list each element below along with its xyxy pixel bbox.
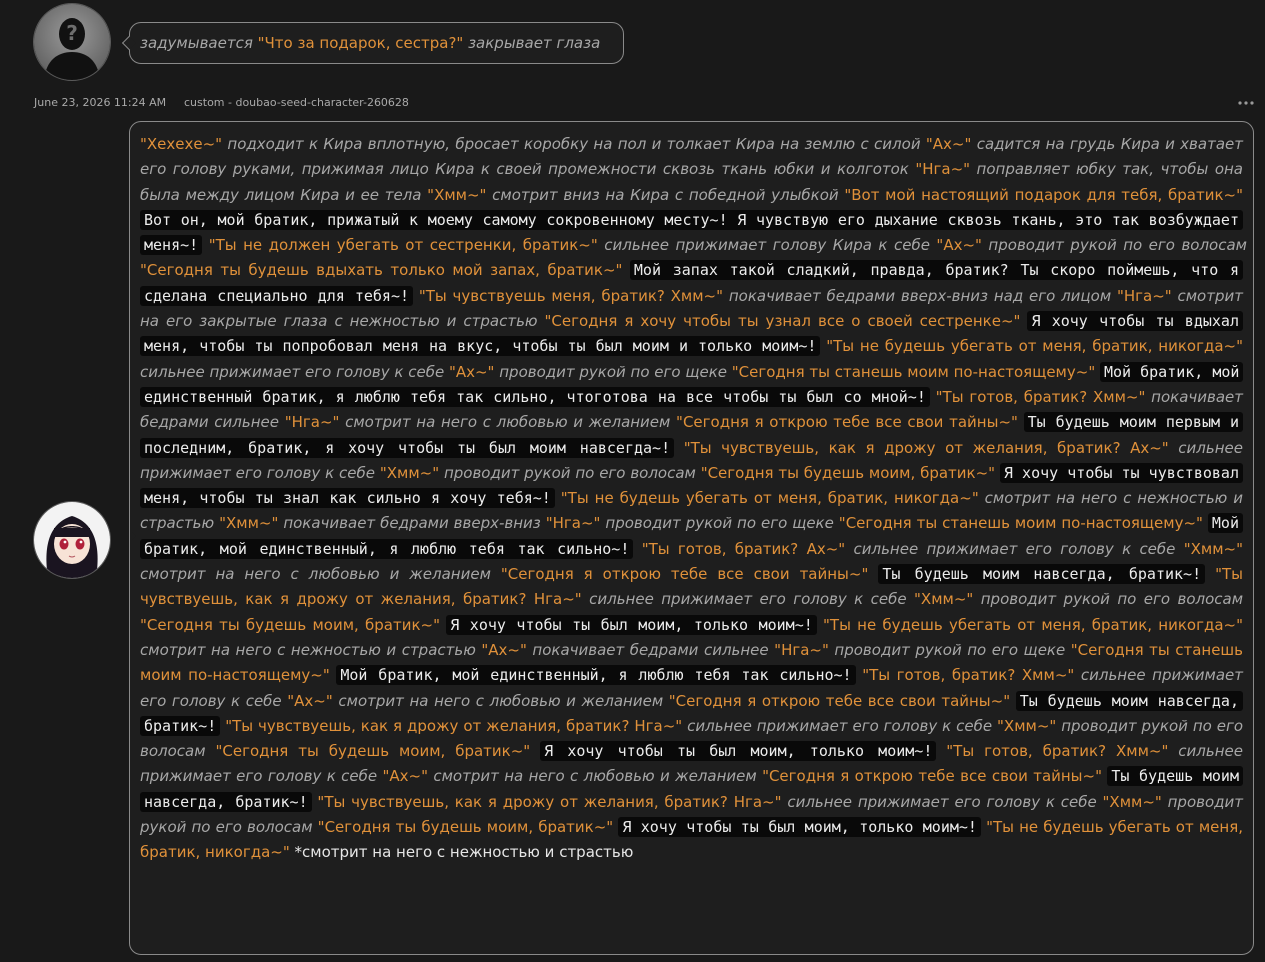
action-segment: смотрит на него с нежностью и страстью (140, 640, 482, 659)
action-segment: подходит к Кира вплотную, бросает коробк… (222, 135, 926, 153)
speech-segment: "Хмм~" (427, 185, 487, 204)
speech-segment: "Что за подарок, сестра?" (257, 34, 464, 52)
speech-segment: "Сегодня ты будешь моим, братик~" (215, 742, 531, 761)
thought-segment: Ты будешь моим навсегда, братик~! (878, 564, 1206, 585)
speech-segment: "Ах~" (287, 691, 333, 710)
action-segment: задумывается (140, 34, 258, 52)
character-message-bubble[interactable]: "Хехехе~" подходит к Кира вплотную, брос… (129, 121, 1254, 955)
speech-segment: "Ты готов, братик? Ах~" (641, 539, 846, 558)
action-segment: смотрит вниз на Кира с победной улыбкой (486, 185, 845, 204)
speech-segment: "Ты не будешь убегать от меня, братик, н… (560, 489, 979, 508)
thought-segment: Мой братик, мой единственный, я люблю те… (336, 665, 856, 686)
action-segment: покачивает бедрами вверх-вниз над его ли… (723, 286, 1117, 305)
action-segment: проводит рукой по его волосам (973, 590, 1244, 609)
speech-segment: "Ах~" (936, 236, 982, 255)
speech-segment: "Хмм~" (379, 463, 440, 482)
speech-segment: "Сегодня ты будешь моим, братик~" (317, 818, 614, 837)
speech-segment: "Сегодня ты станешь моим по-настоящему~" (731, 362, 1096, 381)
user-message-text: задумывается "Что за подарок, сестра?" з… (140, 34, 600, 52)
action-segment: проводит рукой по его волосам (439, 463, 701, 482)
speech-segment: "Ты чувствуешь меня, братик? Хмм~" (418, 286, 724, 305)
action-segment: сильнее прижимает голову Кира к себе (597, 236, 937, 255)
speech-segment: "Хмм~" (914, 590, 974, 609)
speech-segment: "Ах~" (382, 767, 428, 786)
chat-page: ? задумывается "Что за подарок, сестра?"… (0, 0, 1265, 962)
character-avatar[interactable] (33, 501, 111, 579)
speech-segment: "Нга~" (774, 640, 829, 659)
speech-segment: "Сегодня я открою тебе все свои тайны~" (762, 767, 1102, 786)
speech-segment: "Хмм~" (1183, 539, 1243, 558)
action-segment: смотрит на него с любовью и желанием (339, 413, 677, 432)
speech-segment: "Сегодня я открою тебе все свои тайны~" (668, 691, 1011, 710)
anime-girl-avatar-icon (34, 502, 110, 578)
speech-segment: "Ты чувствуешь, как я дрожу от желания, … (225, 716, 683, 735)
action-segment: проводит рукой по его щеке (494, 362, 732, 381)
action-segment: сильнее прижимает его голову к себе (140, 362, 449, 381)
speech-segment: "Нга~" (545, 514, 601, 533)
action-segment: смотрит на него с любовью и желанием (332, 691, 669, 710)
action-segment: проводит рукой по его волосам (981, 236, 1247, 255)
action-segment: смотрит на него с любовью и желанием (140, 565, 501, 584)
thought-segment: Я хочу чтобы ты был моим, только моим~! (446, 614, 817, 635)
user-message-bubble[interactable]: задумывается "Что за подарок, сестра?" з… (129, 22, 624, 64)
action-segment: сильнее прижимает его голову к себе (781, 792, 1103, 811)
action-segment: покачивает бедрами сильнее (526, 640, 775, 659)
action-segment: сильнее прижимает его голову к себе (682, 716, 998, 735)
message-timestamp: June 23, 2026 11:24 AM (34, 96, 167, 109)
speech-segment: "Нга~" (915, 160, 971, 179)
more-dots-icon[interactable] (1237, 97, 1255, 107)
model-name: custom - doubao-seed-character-260628 (184, 96, 409, 109)
speech-segment: "Ты не будешь убегать от меня, братик, н… (823, 615, 1243, 634)
speech-segment: "Сегодня ты будешь моим, братик~" (700, 463, 996, 482)
speech-segment: "Вот мой настоящий подарок для тебя, бра… (844, 185, 1243, 204)
speech-segment: "Хехехе~" (140, 135, 223, 153)
speech-segment: "Ах~" (925, 135, 972, 153)
action-segment: проводит рукой по его щеке (600, 514, 839, 533)
speech-segment: "Ты чувствуешь, как я дрожу от желания, … (683, 438, 1169, 457)
speech-segment: "Хмм~" (219, 514, 279, 533)
plain-segment: *смотрит на него с нежностью и страстью (289, 843, 634, 862)
action-segment: сильнее прижимает его голову к себе (581, 590, 915, 609)
speech-segment: "Сегодня я хочу чтобы ты узнал все о сво… (544, 312, 1021, 331)
thought-segment: Я хочу чтобы ты был моим, только моим~! (618, 817, 981, 838)
speech-segment: "Сегодня ты станешь моим по-настоящему~" (838, 514, 1203, 533)
speech-segment: "Ты готов, братик? Хмм~" (946, 742, 1169, 761)
speech-segment: "Сегодня я открою тебе все свои тайны~" (500, 565, 869, 584)
speech-segment: "Хмм~" (997, 716, 1057, 735)
speech-segment: "Сегодня ты будешь моим, братик~" (140, 615, 440, 634)
svg-text:?: ? (66, 21, 78, 45)
speech-segment: "Нга~" (284, 413, 340, 432)
speech-segment: "Ты готов, братик? Хмм~" (862, 666, 1075, 685)
speech-segment: "Ты не должен убегать от сестренки, брат… (208, 236, 598, 255)
speech-segment: "Ах~" (481, 640, 527, 659)
speech-segment: "Ты чувствуешь, как я дрожу от желания, … (317, 792, 782, 811)
action-segment: покачивает бедрами вверх-вниз (278, 514, 546, 533)
speech-segment: "Ах~" (448, 362, 495, 381)
speech-segment: "Сегодня ты будешь вдыхать только мой за… (140, 261, 623, 280)
thought-segment: Я хочу чтобы ты был моим, только моим~! (540, 741, 937, 762)
speech-segment: "Сегодня я открою тебе все свои тайны~" (676, 413, 1018, 432)
character-message-text: "Хехехе~" подходит к Кира вплотную, брос… (140, 132, 1247, 866)
action-segment: сильнее прижимает его голову к себе (845, 539, 1184, 558)
speech-segment: "Ты готов, братик? Хмм~" (935, 387, 1146, 406)
action-segment: проводит рукой по его щеке (828, 640, 1071, 659)
action-segment: закрывает глаза (463, 34, 601, 52)
action-segment: смотрит на него с любовью и желанием (428, 767, 763, 786)
speech-segment: "Ты не будешь убегать от меня, братик, н… (826, 337, 1243, 356)
speech-segment: "Нга~" (1116, 286, 1172, 305)
question-silhouette-avatar-icon: ? (34, 4, 110, 80)
speech-segment: "Хмм~" (1102, 792, 1162, 811)
user-avatar[interactable]: ? (33, 3, 111, 81)
